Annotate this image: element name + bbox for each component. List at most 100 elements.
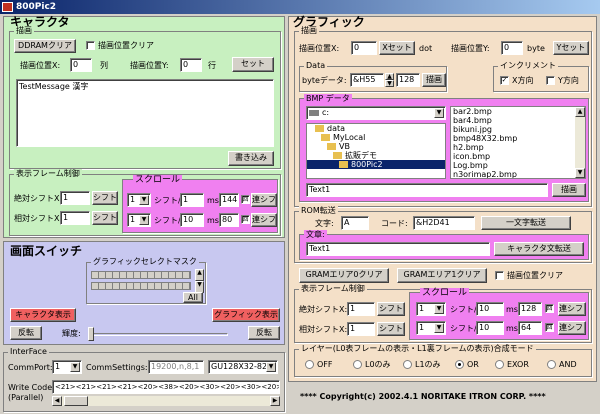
char-pos-x-input[interactable]: 0 xyxy=(70,58,92,72)
sentence-input[interactable]: Text1 xyxy=(306,242,490,256)
bmp-draw-button[interactable]: 描画 xyxy=(552,183,586,197)
mask-bits-row-2[interactable] xyxy=(91,282,191,290)
bmp-text-input[interactable]: Text1 xyxy=(306,183,548,197)
char-scroll1-ms-input[interactable]: 1 xyxy=(180,193,204,207)
layer-option-or-radio[interactable] xyxy=(455,360,464,369)
rom-char-input[interactable]: A xyxy=(341,216,369,230)
chevron-down-icon[interactable]: ▼ xyxy=(139,215,149,225)
gfx-pos-y-input[interactable]: 0 xyxy=(501,41,523,55)
gfx-draw-pos-clear-checkbox[interactable] xyxy=(495,271,504,280)
mask-up-icon[interactable]: ▲ xyxy=(195,269,204,281)
gfx-scroll2-continuous-button[interactable]: 連シフト xyxy=(558,321,586,335)
mask-bits-row-1[interactable] xyxy=(91,271,191,279)
char-pos-y-input[interactable]: 0 xyxy=(180,58,202,72)
folder-list[interactable]: data MyLocal VB 拡販デモ 800Pic2 xyxy=(306,123,446,179)
layer-option-l0-radio[interactable] xyxy=(353,360,362,369)
file-item[interactable]: bar2.bmp xyxy=(451,107,585,116)
gram-area1-clear-button[interactable]: GRAMエリア1クリア xyxy=(397,268,487,283)
y-set-button[interactable]: Yセット xyxy=(553,41,589,55)
scroll-up-icon[interactable]: ▲ xyxy=(575,107,585,117)
folder-item[interactable]: MyLocal xyxy=(307,133,445,142)
chevron-down-icon[interactable]: ▼ xyxy=(266,362,276,372)
char-scroll2-count-input[interactable]: 80 xyxy=(219,213,239,227)
char-scroll1-checkbox[interactable]: 回 xyxy=(241,195,250,204)
byte-data-spinner[interactable]: ▲ ▼ xyxy=(385,73,394,87)
scroll-left-icon[interactable]: ◀ xyxy=(52,396,62,406)
gfx-scroll2-count-input[interactable]: 64 xyxy=(518,321,542,335)
gfx-scroll2-ms-input[interactable]: 10 xyxy=(476,321,504,335)
layer-option-exor-radio[interactable] xyxy=(495,360,504,369)
gfx-abs-shift-input[interactable]: 1 xyxy=(347,302,375,316)
brightness-slider-thumb[interactable] xyxy=(88,327,94,341)
char-scroll1-select[interactable]: 1 ▼ xyxy=(127,193,151,207)
char-display-button[interactable]: キャラクタ表示 xyxy=(10,308,76,322)
data-draw-button[interactable]: 描画 xyxy=(422,73,446,87)
rom-code-input[interactable]: &H2D41 xyxy=(413,216,475,230)
graphic-display-button[interactable]: グラフィック表示 xyxy=(212,308,280,322)
mask-all-button[interactable]: All xyxy=(183,292,203,303)
gfx-scroll2-checkbox[interactable]: 回 xyxy=(545,323,554,332)
gfx-scroll1-count-input[interactable]: 128 xyxy=(518,302,542,316)
x-set-button[interactable]: Xセット xyxy=(379,41,415,55)
file-list[interactable]: bar2.bmp bar4.bmp bikuni.jpg bmp48X32.bm… xyxy=(450,106,586,179)
folder-item[interactable]: data xyxy=(307,124,445,133)
sentence-transfer-button[interactable]: キャラクタ文転送 xyxy=(494,242,584,256)
layer-option-and-radio[interactable] xyxy=(547,360,556,369)
folder-item[interactable]: VB xyxy=(307,142,445,151)
folder-item[interactable]: 拡販デモ xyxy=(307,151,445,160)
gfx-scroll1-continuous-button[interactable]: 連シフト xyxy=(558,302,586,316)
char-abs-shift-button[interactable]: シフト xyxy=(92,191,118,205)
gram-area0-clear-button[interactable]: GRAMエリア0クリア xyxy=(299,268,389,283)
char-scroll1-continuous-button[interactable]: 連シフト xyxy=(251,193,277,207)
file-item[interactable]: bar4.bmp xyxy=(451,116,585,125)
gfx-scroll1-select[interactable]: 1 ▼ xyxy=(416,302,446,316)
char-set-button[interactable]: セット xyxy=(232,57,274,72)
char-scroll2-select[interactable]: 1 ▼ xyxy=(127,213,151,227)
brightness-slider-track[interactable] xyxy=(88,333,228,336)
layer-option-l1-radio[interactable] xyxy=(403,360,412,369)
char-invert-button[interactable]: 反転 xyxy=(10,326,42,340)
file-list-scrollbar[interactable]: ▲ ▼ xyxy=(575,107,585,178)
file-item[interactable]: bmp48X32.bmp xyxy=(451,134,585,143)
spin-up-icon[interactable]: ▲ xyxy=(385,73,394,80)
chevron-down-icon[interactable]: ▼ xyxy=(434,108,444,118)
layer-option-off-radio[interactable] xyxy=(305,360,314,369)
draw-pos-clear-checkbox[interactable] xyxy=(86,41,95,50)
char-scroll1-count-input[interactable]: 144 xyxy=(219,193,239,207)
gfx-pos-x-input[interactable]: 0 xyxy=(351,41,377,55)
one-char-transfer-button[interactable]: 一文字転送 xyxy=(481,216,571,230)
byte-data-input[interactable]: &H55 xyxy=(350,73,384,87)
file-item[interactable]: h2.bmp xyxy=(451,143,585,152)
char-abs-shift-input[interactable]: 1 xyxy=(60,191,90,205)
byte-count-input[interactable]: 128 xyxy=(396,73,420,87)
graphic-invert-button[interactable]: 反転 xyxy=(248,326,280,340)
char-scroll2-continuous-button[interactable]: 連シフト xyxy=(251,213,277,227)
write-button[interactable]: 書き込み xyxy=(228,151,274,166)
char-rel-shift-button[interactable]: シフト xyxy=(92,211,118,225)
gfx-rel-shift-button[interactable]: シフト xyxy=(377,322,405,336)
module-select[interactable]: GU128X32-820 ▼ xyxy=(208,360,278,374)
scroll-thumb[interactable] xyxy=(64,396,88,406)
comm-port-select[interactable]: 1 ▼ xyxy=(52,360,82,374)
gfx-abs-shift-button[interactable]: シフト xyxy=(377,302,405,316)
chevron-down-icon[interactable]: ▼ xyxy=(434,323,444,333)
x-direction-checkbox[interactable]: ✓ xyxy=(500,76,509,85)
file-item[interactable]: icon.bmp xyxy=(451,152,585,161)
char-scroll2-ms-input[interactable]: 10 xyxy=(180,213,204,227)
chevron-down-icon[interactable]: ▼ xyxy=(139,195,149,205)
spin-down-icon[interactable]: ▼ xyxy=(385,80,394,87)
ddram-clear-button[interactable]: DDRAMクリア xyxy=(14,39,76,53)
scroll-down-icon[interactable]: ▼ xyxy=(575,168,585,178)
y-direction-checkbox[interactable] xyxy=(546,76,555,85)
drive-select[interactable]: c: ▼ xyxy=(306,106,446,120)
chevron-down-icon[interactable]: ▼ xyxy=(434,304,444,314)
message-textarea[interactable]: TestMessage 漢字 xyxy=(16,79,274,147)
gfx-rel-shift-input[interactable]: 1 xyxy=(347,322,375,336)
char-scroll2-checkbox[interactable]: 回 xyxy=(241,215,250,224)
folder-item-selected[interactable]: 800Pic2 xyxy=(307,160,445,169)
file-item[interactable]: Log.bmp xyxy=(451,161,585,170)
scroll-right-icon[interactable]: ▶ xyxy=(270,396,280,406)
gfx-scroll1-checkbox[interactable]: 回 xyxy=(545,304,554,313)
gfx-scroll2-select[interactable]: 1 ▼ xyxy=(416,321,446,335)
chevron-down-icon[interactable]: ▼ xyxy=(70,362,80,372)
